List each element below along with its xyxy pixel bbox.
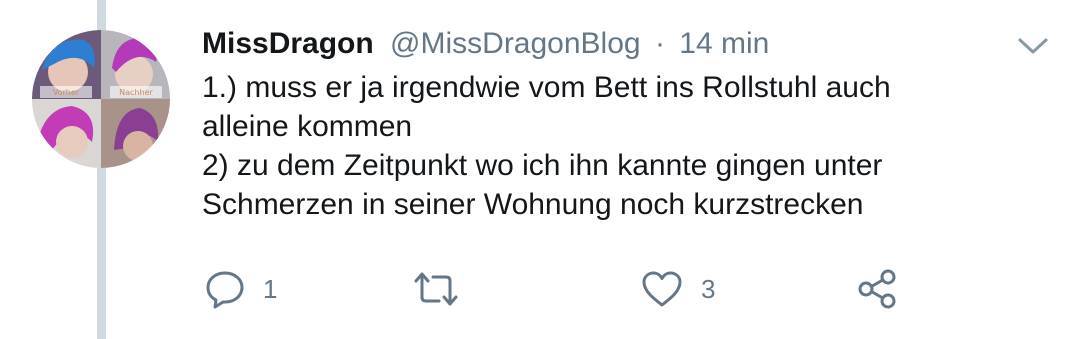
- display-name[interactable]: MissDragon: [202, 27, 374, 60]
- tweet-text: 1.) muss er ja irgendwie vom Bett ins Ro…: [202, 68, 1042, 224]
- header-separator: ·: [654, 27, 665, 60]
- avatar-label-after: Nachher: [119, 88, 153, 97]
- like-button[interactable]: 3: [641, 268, 715, 310]
- tweet-header: MissDragon @MissDragonBlog · 14 min: [202, 24, 769, 64]
- tweet-line: 1.) muss er ja irgendwie vom Bett ins Ro…: [202, 71, 891, 104]
- tweet-line: 2) zu dem Zeitpunkt wo ich ihn kannte gi…: [202, 149, 883, 182]
- chevron-down-icon: [1018, 38, 1048, 54]
- reply-count: 1: [263, 273, 278, 304]
- retweet-icon: [414, 272, 458, 306]
- share-button[interactable]: [857, 268, 899, 310]
- share-icon: [858, 269, 896, 309]
- avatar-image: Vorher Nachher: [32, 30, 170, 168]
- retweet-button[interactable]: [413, 268, 477, 310]
- heart-icon: [642, 271, 682, 307]
- tweet-line: alleine kommen: [202, 110, 413, 143]
- avatar-label-before: Vorher: [53, 88, 80, 97]
- tweet-line: Schmerzen in seiner Wohnung noch kurzstr…: [202, 188, 864, 221]
- timestamp[interactable]: 14 min: [679, 27, 769, 60]
- reply-button[interactable]: 1: [205, 268, 277, 310]
- like-count: 3: [701, 273, 716, 304]
- tweet-menu-button[interactable]: [1016, 34, 1050, 58]
- reply-icon: [206, 271, 244, 309]
- user-handle[interactable]: @MissDragonBlog: [390, 27, 641, 60]
- avatar[interactable]: Vorher Nachher: [32, 30, 170, 168]
